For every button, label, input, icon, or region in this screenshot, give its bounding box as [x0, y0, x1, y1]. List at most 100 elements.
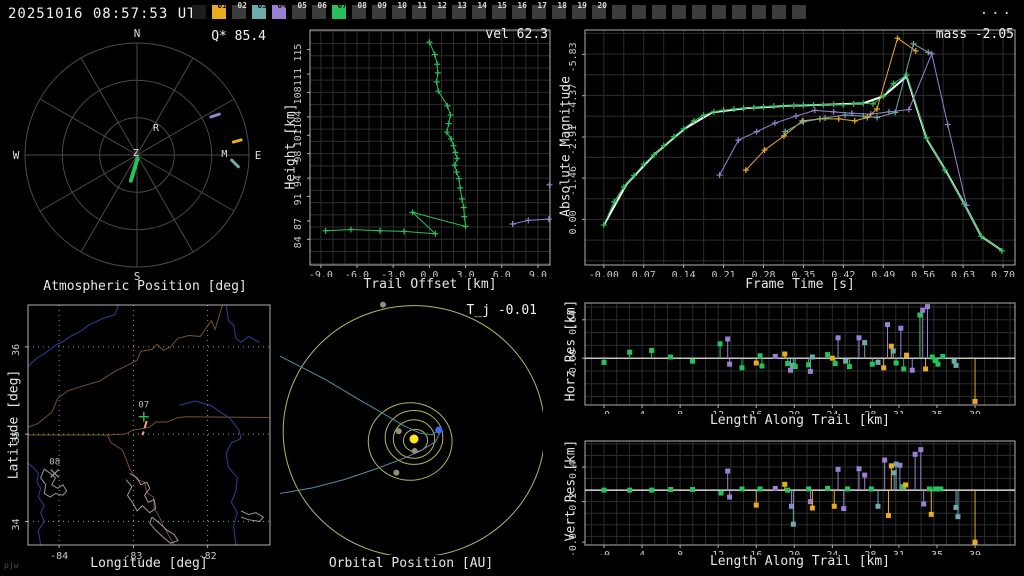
- horzres-canvas: -04812162024283135390.640.00: [568, 302, 1016, 414]
- station-button-label: 16: [517, 1, 527, 10]
- station-button-label: 03: [257, 1, 267, 10]
- station-button-label: 08: [357, 1, 367, 10]
- station-button-12[interactable]: 12: [432, 1, 447, 19]
- map-canvas: 0708-84 -83 -82343536: [11, 304, 271, 559]
- orbital-position-panel: T_j -0.01 Orbital Position [AU]: [280, 295, 543, 576]
- station-button-blank-25[interactable]: [692, 5, 706, 19]
- overflow-menu[interactable]: ...: [980, 2, 1014, 18]
- station-button-label: 14: [477, 1, 487, 10]
- station-button-blank-24[interactable]: [672, 5, 686, 19]
- station-button-blank-29[interactable]: [772, 5, 786, 19]
- map-y-axis-label: Latitude [deg]: [6, 369, 22, 480]
- station-button-18[interactable]: 18: [552, 1, 567, 19]
- atmospheric-position-panel: NSEWZRM Q* 85.4 Atmospheric Position [de…: [0, 25, 280, 295]
- svg-text:0.56: 0.56: [911, 270, 935, 277]
- station-button-label: 20: [597, 1, 607, 10]
- station-button-label: 05: [297, 1, 307, 10]
- station-button-02[interactable]: 02: [232, 1, 247, 19]
- height-y-axis-label: Height [km]: [283, 103, 299, 190]
- svg-text:08: 08: [49, 457, 60, 467]
- svg-text:9.0: 9.0: [529, 270, 547, 277]
- station-button-label: 19: [577, 1, 587, 10]
- station-button-label: 06: [317, 1, 327, 10]
- station-button-11[interactable]: 11: [412, 1, 427, 19]
- svg-text:-6.0: -6.0: [345, 270, 369, 277]
- svg-text:0.14: 0.14: [672, 270, 696, 277]
- station-button-05[interactable]: 05: [292, 1, 307, 19]
- station-toolbar: 01 02 03 04 05 06 07 08 09 10 11 12 13 14 15 16 17 18 19 20: [192, 1, 806, 19]
- polar-title: Atmospheric Position [deg]: [43, 279, 247, 294]
- svg-text:W: W: [13, 149, 20, 162]
- station-button-03[interactable]: 03: [252, 1, 267, 19]
- svg-text:-0.00: -0.00: [589, 270, 619, 277]
- vertres-y-axis-label: Vert Res [km]: [563, 439, 579, 542]
- station-button-06[interactable]: 06: [312, 1, 327, 19]
- svg-text:0.21: 0.21: [712, 270, 736, 277]
- svg-text:M: M: [221, 149, 227, 160]
- polar-chart-canvas: NSEW ZRM: [13, 27, 262, 280]
- height-x-axis-label: Trail Offset [km]: [363, 277, 497, 292]
- tisserand-annotation: T_j -0.01: [466, 303, 537, 318]
- svg-text:0.42: 0.42: [831, 270, 855, 277]
- svg-text:N: N: [134, 27, 141, 40]
- magnitude-x-axis-label: Frame Time [s]: [745, 277, 855, 292]
- station-button-01[interactable]: 01: [212, 1, 227, 19]
- timestamp: 20251016 08:57:53 UTC: [8, 6, 207, 22]
- station-button-blank-27[interactable]: [732, 5, 746, 19]
- map-x-axis-label: Longitude [deg]: [90, 556, 208, 571]
- station-button-blank-26[interactable]: [712, 5, 726, 19]
- svg-text:3.0: 3.0: [457, 270, 475, 277]
- station-button-09[interactable]: 09: [372, 1, 387, 19]
- watermark: pjw: [4, 561, 19, 570]
- station-button-blank-23[interactable]: [652, 5, 666, 19]
- station-button-label: 15: [497, 1, 507, 10]
- station-button-label: 04: [277, 1, 287, 10]
- svg-text:0.35: 0.35: [791, 270, 815, 277]
- station-button-16[interactable]: 16: [512, 1, 527, 19]
- svg-text:-3.0: -3.0: [381, 270, 405, 277]
- svg-text:R: R: [153, 123, 160, 134]
- svg-text:0.0: 0.0: [420, 270, 438, 277]
- vertres-canvas: -04812162024283135390.4-0.2-0.9: [568, 440, 1016, 555]
- station-button-blank-22[interactable]: [632, 5, 646, 19]
- station-button-label: 02: [237, 1, 247, 10]
- station-button-15[interactable]: 15: [492, 1, 507, 19]
- svg-text:-9.0: -9.0: [309, 270, 333, 277]
- station-button-label: 07: [337, 1, 347, 10]
- ground-map-panel: 07 08 -84 -83 -82 34 35 36 Latitude [deg] Longi…: [0, 295, 280, 576]
- mass-annotation: mass -2.05: [935, 27, 1014, 42]
- station-button-13[interactable]: 13: [452, 1, 467, 19]
- orbit-title: Orbital Position [AU]: [328, 556, 494, 571]
- station-button-08[interactable]: 08: [352, 1, 367, 19]
- header-bar: 20251016 08:57:53 UTC 01 02 03 04 05 06 07 08 09…: [0, 0, 1024, 28]
- svg-text:0.70: 0.70: [991, 270, 1015, 277]
- svg-text:0.07: 0.07: [632, 270, 656, 277]
- station-button-label: 01: [217, 1, 227, 10]
- station-button-19[interactable]: 19: [572, 1, 587, 19]
- station-button-label: 18: [557, 1, 567, 10]
- station-button-17[interactable]: 17: [532, 1, 547, 19]
- svg-text:0.49: 0.49: [871, 270, 895, 277]
- svg-text:6.0: 6.0: [493, 270, 511, 277]
- station-button-blank-21[interactable]: [612, 5, 626, 19]
- station-button-07[interactable]: 07: [332, 1, 347, 19]
- svg-text:07: 07: [138, 401, 149, 411]
- vertres-x-axis-label: Length Along Trail [km]: [709, 554, 890, 569]
- station-button-blank-0[interactable]: [192, 5, 206, 19]
- station-button-10[interactable]: 10: [392, 1, 407, 19]
- height-trail-panel: -9.0 -6.0 -3.0 0.0 3.0 6.0 9.0 84 87 91 94 98 101 104…: [280, 25, 558, 295]
- station-button-blank-30[interactable]: [792, 5, 806, 19]
- magnitude-y-axis-label: Absolute Magnitude: [558, 76, 574, 217]
- station-button-label: 12: [437, 1, 447, 10]
- magnitude-panel: -0.00 0.07 0.14 0.21 0.28 0.35 0.42 0.49 0.56 0.6…: [555, 25, 1024, 295]
- station-button-04[interactable]: 04: [272, 1, 287, 19]
- velocity-annotation: vel 62.3: [485, 27, 548, 42]
- station-button-blank-28[interactable]: [752, 5, 766, 19]
- station-button-label: 11: [417, 1, 427, 10]
- station-button-label: 09: [377, 1, 387, 10]
- magnitude-chart-canvas: -0.00 0.07 0.14 0.21 0.28 0.35 0.42 0.49 0.56 0.6…: [568, 29, 1016, 277]
- station-button-14[interactable]: 14: [472, 1, 487, 19]
- station-button-20[interactable]: 20: [592, 1, 607, 19]
- app-window: { "header": { "timestamp": "20251016 08:…: [0, 0, 1024, 576]
- vert-residuals-panel: -04812162024283135390.4-0.2-0.9 Vert Res…: [555, 433, 1024, 576]
